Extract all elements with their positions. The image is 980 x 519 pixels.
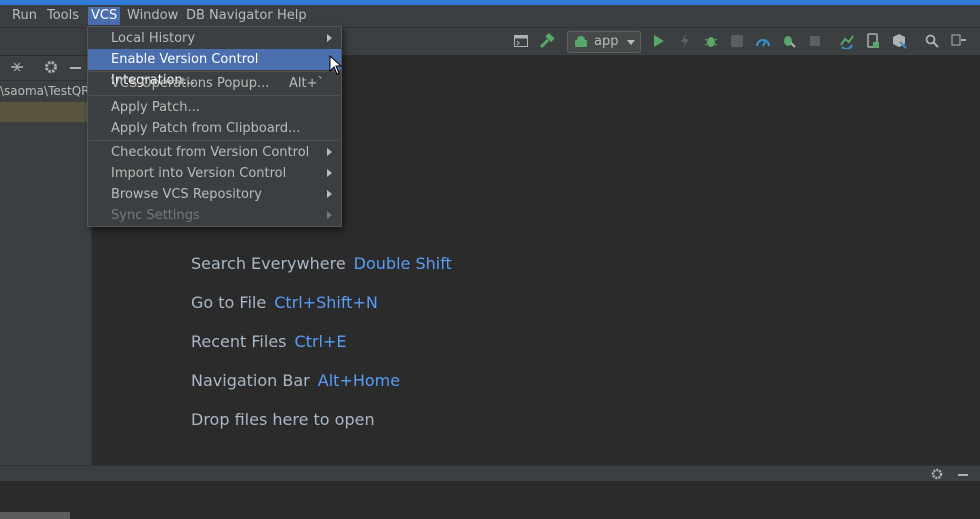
run-config-label: app [594,34,619,49]
vcs-menu-popup: Local History Enable Version Control Int… [87,26,342,227]
hint-label: Go to File [191,293,267,312]
selected-tree-row[interactable] [0,102,91,122]
submenu-arrow-icon [327,34,332,42]
menu-vcs[interactable]: VCS [88,7,121,25]
menu-item-label: Apply Patch... [111,100,200,115]
submenu-arrow-icon [327,148,332,156]
submenu-arrow-icon [327,169,332,177]
submenu-arrow-icon [327,190,332,198]
sdk-manager-icon[interactable] [890,32,908,50]
menu-item-label: VCS Operations Popup... [111,76,270,91]
sync-gradle-icon[interactable] [838,32,856,50]
menu-item-label: Sync Settings [111,208,200,223]
horizontal-scrollbar[interactable] [0,512,70,519]
hint-search-everywhere: Search Everywhere Double Shift [191,254,452,273]
menu-item-shortcut: Alt+` [289,76,324,91]
menu-item-apply-patch-clipboard[interactable]: Apply Patch from Clipboard... [88,118,341,139]
hint-shortcut: Ctrl+Shift+N [274,293,378,312]
menu-item-label: Apply Patch from Clipboard... [111,121,301,136]
project-tool-header [0,56,91,81]
gear-icon[interactable] [931,468,943,484]
menu-item-apply-patch[interactable]: Apply Patch... [88,97,341,118]
menu-item-checkout-from-vcs[interactable]: Checkout from Version Control [88,142,341,163]
minimize-icon[interactable] [958,474,968,476]
menu-bar: Run Tools VCS Window DB Navigator Help [0,5,980,28]
menu-db-navigator[interactable]: DB Navigator [183,7,276,25]
menu-item-label: Checkout from Version Control [111,145,310,160]
minimize-icon[interactable] [70,67,81,69]
project-tool-window: \saoma\TestQR [0,56,92,519]
menu-item-browse-vcs-repository[interactable]: Browse VCS Repository [88,184,341,205]
ellipsis-icon[interactable] [950,32,968,50]
menu-item-label: Browse VCS Repository [111,187,262,202]
menu-tools[interactable]: Tools [44,7,82,25]
menu-item-label: Import into Version Control [111,166,287,181]
hint-shortcut: Ctrl+E [294,332,347,351]
menu-item-local-history[interactable]: Local History [88,28,341,49]
device-manager-icon[interactable] [864,32,882,50]
run-icon[interactable] [650,32,668,50]
mouse-cursor-icon [329,54,343,79]
collapse-all-icon[interactable] [10,60,24,78]
menu-item-import-into-vcs[interactable]: Import into Version Control [88,163,341,184]
attach-debugger-icon[interactable] [780,32,798,50]
hint-shortcut: Alt+Home [317,371,401,390]
submenu-arrow-icon [327,211,332,219]
profiler-icon[interactable] [754,32,772,50]
menu-item-vcs-operations-popup[interactable]: VCS Operations Popup... Alt+` [88,73,341,94]
android-icon [575,36,587,47]
menu-item-enable-vcs-integration[interactable]: Enable Version Control Integration... [88,49,341,88]
menu-item-sync-settings: Sync Settings [88,205,341,226]
gear-icon[interactable] [44,60,58,78]
status-bar [0,465,980,481]
menu-help[interactable]: Help [274,7,310,25]
build-hammer-icon[interactable] [538,32,556,50]
menu-separator [89,95,340,96]
hint-label: Navigation Bar [191,371,310,390]
hint-label: Search Everywhere [191,254,346,273]
menu-run[interactable]: Run [9,7,40,25]
hint-navigation-bar: Navigation Bar Alt+Home [191,371,400,390]
menu-separator [89,140,340,141]
terminal-icon[interactable] [512,32,530,50]
hint-label: Drop files here to open [191,410,375,429]
flash-icon [676,32,694,50]
hint-recent-files: Recent Files Ctrl+E [191,332,346,351]
debug-icon[interactable] [702,32,720,50]
menu-separator [89,71,340,72]
menu-item-label: Local History [111,31,196,46]
hint-shortcut: Double Shift [353,254,452,273]
search-icon[interactable] [923,32,941,50]
coverage-icon [728,32,746,50]
stop-icon [806,32,824,50]
chevron-down-icon [627,40,635,45]
project-path[interactable]: \saoma\TestQR [0,82,91,100]
hint-drop-files: Drop files here to open [191,410,375,429]
hint-go-to-file: Go to File Ctrl+Shift+N [191,293,378,312]
menu-window[interactable]: Window [124,7,181,25]
run-config-selector[interactable]: app [567,31,641,53]
hint-label: Recent Files [191,332,287,351]
